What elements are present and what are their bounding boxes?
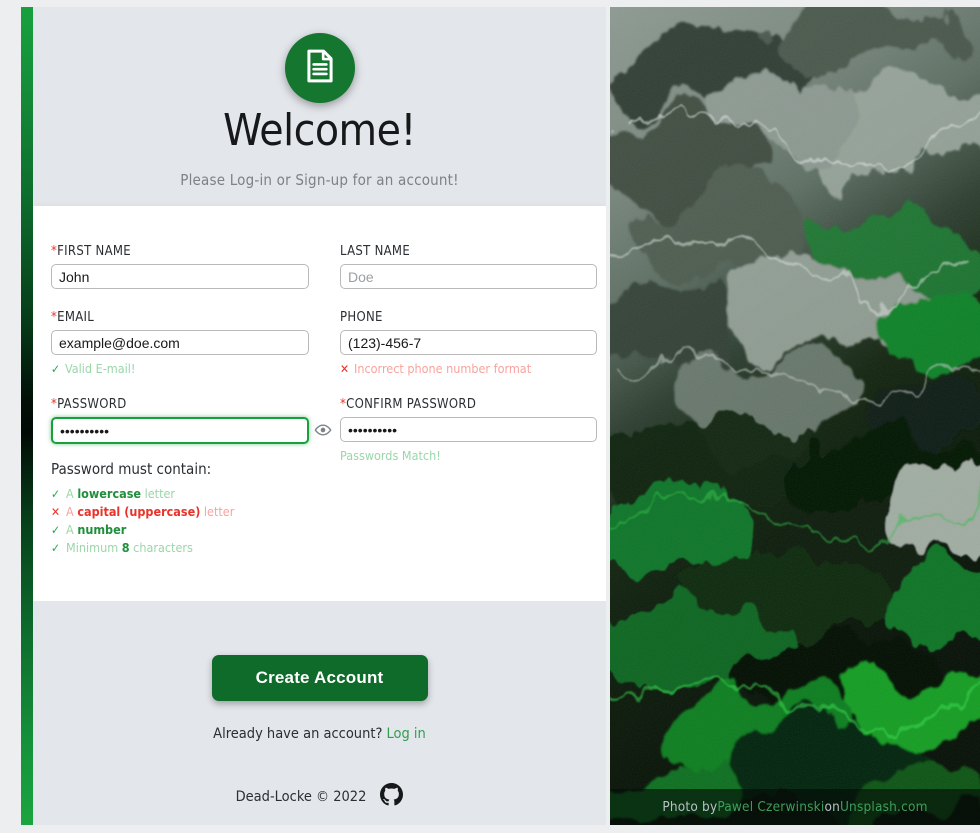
field-password: *PASSWORD Password must contain:	[51, 397, 332, 557]
phone-input[interactable]	[340, 330, 597, 355]
password-rule-length: ✓ Minimum 8 characters	[51, 540, 193, 555]
phone-label: PHONE	[340, 310, 383, 325]
password-rules-title: Password must contain:	[51, 460, 212, 478]
first-name-label: *FIRST NAME	[51, 244, 131, 259]
cross-icon: ✕	[340, 361, 350, 376]
login-link[interactable]: Log in	[387, 726, 426, 742]
phone-validation-message: ✕ Incorrect phone number format	[340, 361, 597, 376]
email-validation-text: Valid E-mail!	[65, 361, 136, 376]
form-row-contact: *EMAIL ✓ Valid E-mail! PHONE ✕ Incorrect…	[51, 310, 597, 376]
copyright-text: Dead-Locke © 2022	[235, 788, 367, 805]
email-label: *EMAIL	[51, 310, 95, 325]
document-icon	[301, 47, 339, 89]
confirm-password-validation-message: Passwords Match!	[340, 448, 597, 463]
check-icon: ✓	[51, 361, 61, 376]
form-row-names: *FIRST NAME LAST NAME	[51, 244, 597, 289]
phone-validation-text: Incorrect phone number format	[354, 361, 532, 376]
confirm-password-label: *CONFIRM PASSWORD	[340, 397, 477, 412]
password-rule-number: ✓ A number	[51, 522, 127, 537]
form-grid: *FIRST NAME LAST NAME *EMAIL ✓	[51, 244, 597, 568]
last-name-input[interactable]	[340, 264, 597, 289]
field-phone: PHONE ✕ Incorrect phone number format	[324, 310, 597, 376]
photo-source-link[interactable]: Unsplash.com	[840, 799, 928, 815]
decorative-photo: Photo by Pawel Czerwinski on Unsplash.co…	[610, 7, 980, 825]
password-rule-uppercase: ✕ A capital (uppercase) letter	[51, 504, 235, 519]
photo-credit-prefix: Photo by	[662, 799, 718, 815]
page-title: Welcome!	[223, 105, 416, 156]
form-row-passwords: *PASSWORD Password must contain:	[51, 397, 597, 557]
first-name-input[interactable]	[51, 264, 309, 289]
login-prompt: Already have an account? Log in	[33, 726, 606, 742]
last-name-label: LAST NAME	[340, 244, 411, 259]
check-icon: ✓	[51, 487, 61, 501]
field-email: *EMAIL ✓ Valid E-mail!	[51, 310, 324, 376]
photo-author-link[interactable]: Pawel Czerwinski	[717, 799, 824, 815]
left-accent-rail	[21, 7, 33, 825]
check-icon: ✓	[51, 523, 61, 537]
photo-credit-mid: on	[824, 799, 840, 815]
copyright-row: Dead-Locke © 2022	[33, 783, 606, 810]
field-confirm-password: *CONFIRM PASSWORD Passwords Match!	[324, 397, 597, 557]
login-prompt-text: Already have an account?	[213, 726, 387, 742]
password-label: *PASSWORD	[51, 397, 127, 412]
marble-texture	[610, 7, 980, 825]
password-input-wrap	[51, 417, 332, 444]
confirm-password-validation-text: Passwords Match!	[340, 448, 441, 463]
app-logo	[284, 33, 355, 103]
github-icon[interactable]	[380, 783, 404, 810]
page-header: Welcome! Please Log-in or Sign-up for an…	[33, 7, 606, 206]
field-first-name: *FIRST NAME	[51, 244, 324, 289]
password-input[interactable]	[51, 417, 309, 444]
form-column: Welcome! Please Log-in or Sign-up for an…	[33, 7, 606, 825]
cross-icon: ✕	[51, 505, 61, 519]
password-rule-lowercase: ✓ A lowercase letter	[51, 486, 176, 501]
check-icon: ✓	[51, 541, 61, 555]
form-footer: Create Account Already have an account? …	[33, 601, 606, 825]
signup-form-card: *FIRST NAME LAST NAME *EMAIL ✓	[33, 206, 606, 601]
photo-credit: Photo by Pawel Czerwinski on Unsplash.co…	[610, 789, 980, 825]
create-account-button[interactable]: Create Account	[211, 655, 428, 701]
page-subtitle: Please Log-in or Sign-up for an account!	[180, 171, 459, 189]
confirm-password-input[interactable]	[340, 417, 597, 442]
password-rules-list: ✓ A lowercase letter ✕ A capital (upperc…	[51, 485, 309, 557]
email-input[interactable]	[51, 330, 309, 355]
field-last-name: LAST NAME	[324, 244, 597, 289]
email-validation-message: ✓ Valid E-mail!	[51, 361, 309, 376]
signup-page: Welcome! Please Log-in or Sign-up for an…	[0, 0, 980, 833]
